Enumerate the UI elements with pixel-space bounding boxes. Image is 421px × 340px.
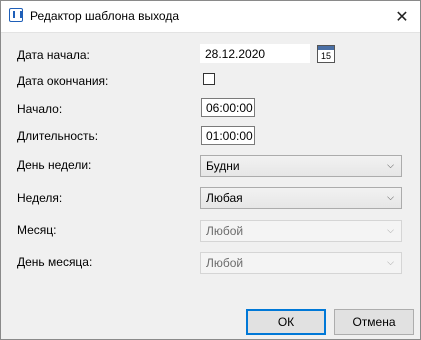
weekday-label: День недели:	[17, 158, 92, 172]
cancel-button[interactable]: Отмена	[334, 309, 414, 335]
app-logo-icon	[9, 8, 23, 22]
title-bar: Редактор шаблона выхода ✕	[1, 1, 420, 33]
end-date-label: Дата окончания:	[17, 74, 109, 88]
weekday-select[interactable]: Будни ⌵	[200, 155, 402, 177]
day-of-month-select-value: Любой	[206, 256, 244, 270]
template-editor-dialog: Редактор шаблона выхода ✕ Дата начала: 2…	[0, 0, 421, 340]
window-title: Редактор шаблона выхода	[30, 9, 180, 23]
month-select-value: Любой	[206, 224, 244, 238]
weekday-select-value: Будни	[206, 159, 240, 173]
month-select: Любой ⌵	[200, 220, 402, 242]
month-label: Месяц:	[17, 223, 57, 237]
chevron-down-icon: ⌵	[387, 225, 394, 235]
calendar-day-number: 15	[320, 51, 331, 61]
chevron-down-icon: ⌵	[387, 160, 394, 170]
duration-field[interactable]: 01:00:00	[201, 126, 255, 145]
start-date-label: Дата начала:	[17, 48, 90, 62]
start-time-field[interactable]: 06:00:00	[201, 98, 255, 117]
ok-button[interactable]: ОК	[246, 309, 326, 335]
calendar-icon[interactable]: 15	[317, 45, 335, 63]
chevron-down-icon: ⌵	[387, 192, 394, 202]
start-date-field[interactable]: 28.12.2020	[200, 44, 310, 63]
calendar-header	[318, 46, 334, 50]
day-of-month-select: Любой ⌵	[200, 252, 402, 274]
week-label: Неделя:	[17, 191, 63, 205]
close-button[interactable]: ✕	[384, 1, 420, 32]
week-select-value: Любая	[206, 191, 243, 205]
chevron-down-icon: ⌵	[387, 257, 394, 267]
end-date-checkbox[interactable]	[203, 73, 215, 85]
start-time-label: Начало:	[17, 102, 63, 116]
day-of-month-label: День месяца:	[17, 255, 93, 269]
week-select[interactable]: Любая ⌵	[200, 187, 402, 209]
duration-label: Длительность:	[17, 129, 99, 143]
